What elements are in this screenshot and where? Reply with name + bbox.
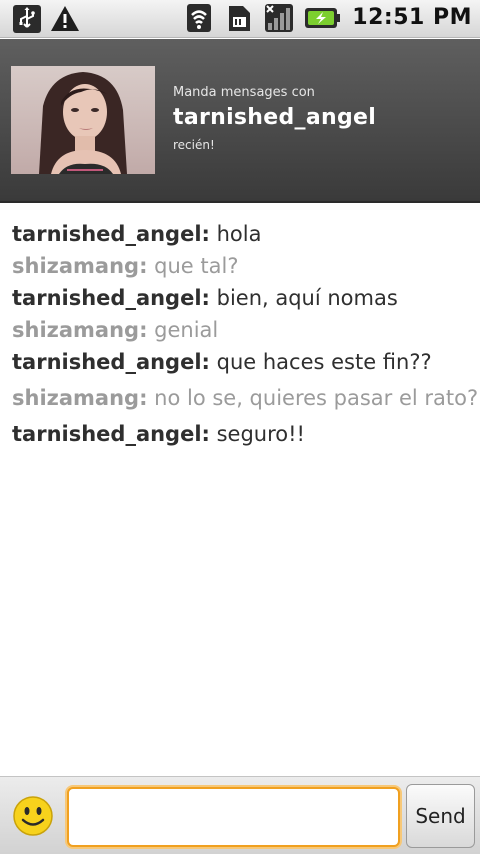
message-list[interactable]: tarnished_angel: hola shizamang: que tal… <box>12 218 480 450</box>
usb-icon <box>13 5 41 33</box>
message-sender: tarnished_angel: <box>12 422 210 446</box>
message-sender: shizamang: <box>12 254 148 278</box>
message-sender: shizamang: <box>12 318 148 342</box>
message-item: tarnished_angel: hola <box>12 218 480 250</box>
chat-header: Manda mensages con tarnished_angel recié… <box>0 39 480 203</box>
message-item: tarnished_angel: bien, aquí nomas <box>12 282 480 314</box>
message-text: seguro!! <box>209 422 305 446</box>
battery-charging-icon <box>305 8 341 28</box>
clock: 12:51 PM <box>352 5 472 30</box>
status-bar: 12:51 PM <box>0 0 480 38</box>
contact-avatar[interactable] <box>11 66 155 174</box>
message-text: bien, aquí nomas <box>209 286 398 310</box>
send-button[interactable]: Send <box>406 784 475 848</box>
message-text: hola <box>209 222 262 246</box>
message-input[interactable] <box>67 787 400 847</box>
message-item: tarnished_angel: seguro!! <box>12 418 480 450</box>
message-sender: tarnished_angel: <box>12 350 210 374</box>
message-composer: Send <box>0 776 480 854</box>
signal-icon <box>265 4 294 32</box>
contact-status: recién! <box>173 138 215 152</box>
message-sender: shizamang: <box>12 386 148 410</box>
message-sender: tarnished_angel: <box>12 286 210 310</box>
message-sender: tarnished_angel: <box>12 222 210 246</box>
message-item: shizamang: que tal? <box>12 250 480 282</box>
message-text: que haces este fin?? <box>209 350 432 374</box>
warning-icon <box>51 6 79 31</box>
message-item: tarnished_angel: que haces este fin?? <box>12 346 480 378</box>
message-item: shizamang: no lo se, quieres pasar el ra… <box>12 382 480 414</box>
wifi-icon <box>187 4 212 32</box>
message-text: genial <box>147 318 219 342</box>
message-text: que tal? <box>147 254 239 278</box>
header-subtitle: Manda mensages con <box>173 85 315 100</box>
message-item: shizamang: genial <box>12 314 480 346</box>
sim-card-icon <box>229 6 251 31</box>
smiley-icon[interactable] <box>12 795 54 837</box>
message-text: no lo se, quieres pasar el rato? <box>147 386 479 410</box>
contact-name: tarnished_angel <box>173 105 377 130</box>
